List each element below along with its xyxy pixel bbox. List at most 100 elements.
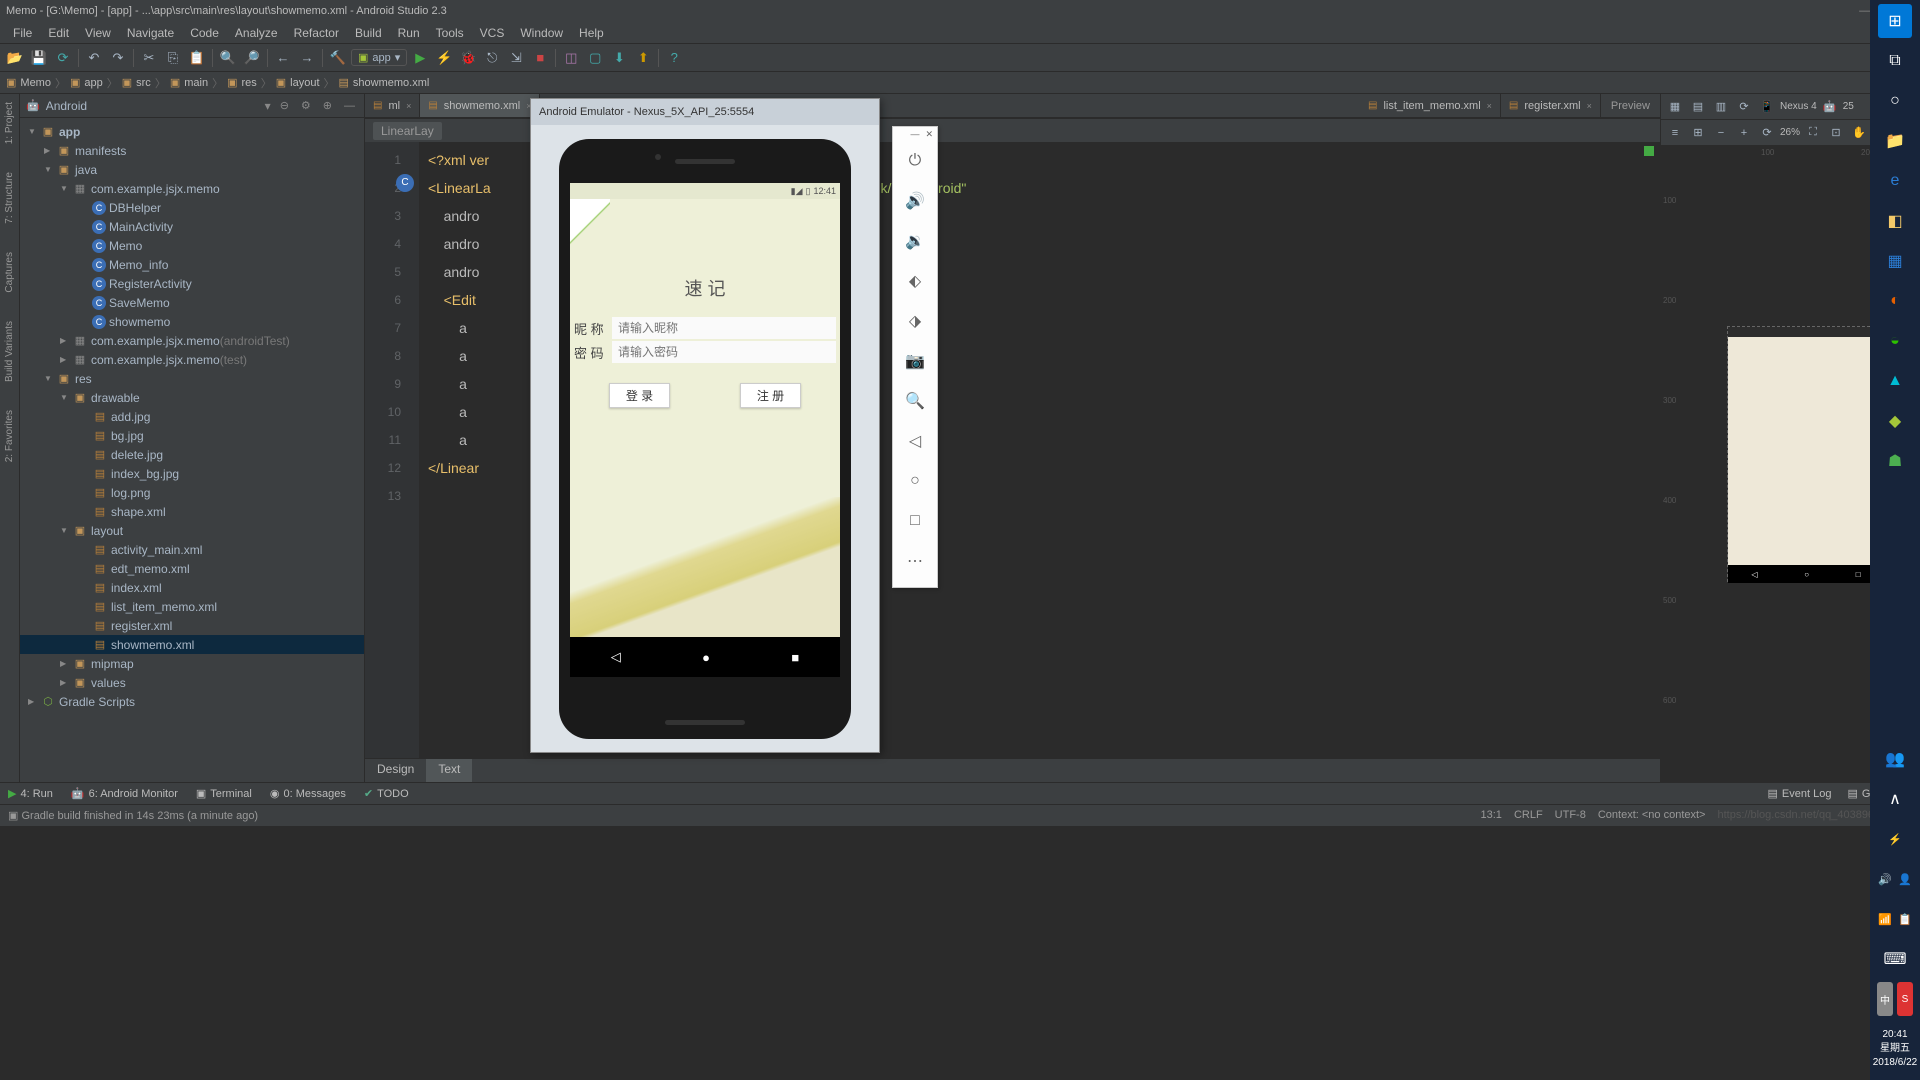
ime-lang[interactable]: 中 [1877,982,1893,1016]
tray-icon[interactable]: 📋 [1897,902,1913,936]
debug-icon[interactable]: 🐞 [457,47,479,69]
zoom-level[interactable]: 26% [1780,127,1800,138]
cut-icon[interactable]: ✂ [138,47,160,69]
more-icon[interactable]: ⋯ [893,541,937,581]
tray-icon[interactable]: 🔊 [1877,862,1893,896]
forward-icon[interactable]: → [296,47,318,69]
tree-drawable[interactable]: ▼▣drawable [20,388,364,407]
save-icon[interactable]: 💾 [28,47,50,69]
context[interactable]: Context: <no context> [1598,809,1706,822]
minimize-icon[interactable]: — [910,129,919,139]
help-icon[interactable]: ? [663,47,685,69]
tree-class[interactable]: CMemo [20,236,364,255]
task-view-icon[interactable]: ⧉ [1878,44,1912,78]
android-studio-icon[interactable]: ◆ [1878,404,1912,438]
wechat-icon[interactable]: ◒ [1878,324,1912,358]
menu-code[interactable]: Code [183,24,226,42]
tab-todo[interactable]: ✔TODO [364,787,409,800]
device-icon[interactable]: 📱 [1757,97,1777,117]
tree-java[interactable]: ▼▣java [20,160,364,179]
both-view-icon[interactable]: ▥ [1711,97,1731,117]
tab-design[interactable]: Design [365,759,426,782]
collapse-icon[interactable]: ⊖ [277,99,292,112]
tree-file[interactable]: ▤bg.jpg [20,426,364,445]
device-select[interactable]: Nexus 4 [1780,101,1817,112]
profile-icon[interactable]: ⎋ [481,47,503,69]
close-icon[interactable]: ✕ [925,129,933,139]
home-icon[interactable]: ○ [893,461,937,501]
copy-icon[interactable]: ⎘ [162,47,184,69]
crumb-file[interactable]: showmemo.xml [353,77,429,89]
tree-file[interactable]: ▤activity_main.xml [20,540,364,559]
tab-android-monitor[interactable]: 🤖6: Android Monitor [71,787,178,800]
redo-icon[interactable]: ↷ [107,47,129,69]
run-icon[interactable]: ▶ [409,47,431,69]
tab-messages[interactable]: ◉0: Messages [270,787,346,800]
back-icon[interactable]: ← [272,47,294,69]
apply-changes-icon[interactable]: ⚡ [433,47,455,69]
ime-icon[interactable]: S [1897,982,1913,1016]
firefox-icon[interactable]: ◐ [1878,284,1912,318]
menu-help[interactable]: Help [572,24,611,42]
cortana-icon[interactable]: ○ [1878,84,1912,118]
menu-edit[interactable]: Edit [41,24,76,42]
android-icon[interactable]: 🤖 [1820,97,1840,117]
crumb-res[interactable]: res [241,77,256,89]
tree-values[interactable]: ▶▣values [20,673,364,692]
zoom-fit-icon[interactable]: ⟳ [1757,123,1777,143]
line-sep[interactable]: CRLF [1514,809,1543,822]
zoom-out-icon[interactable]: − [1711,123,1731,143]
design-view-icon[interactable]: ▦ [1665,97,1685,117]
editor-tab[interactable]: ▤ml× [365,94,420,117]
back-icon[interactable]: ◁ [893,421,937,461]
tree-class[interactable]: CDBHelper [20,198,364,217]
menu-tools[interactable]: Tools [429,24,471,42]
attach-icon[interactable]: ⇲ [505,47,527,69]
home-icon[interactable]: ● [702,650,710,665]
nickname-input[interactable] [612,317,836,339]
tree-file[interactable]: ▤index.xml [20,578,364,597]
tree-res[interactable]: ▼▣res [20,369,364,388]
undo-icon[interactable]: ↶ [83,47,105,69]
breadcrumb-element[interactable]: LinearLay [373,122,442,140]
crumb-src[interactable]: src [136,77,151,89]
class-gutter-icon[interactable]: C [396,174,414,192]
menu-vcs[interactable]: VCS [473,24,512,42]
api-select[interactable]: 25 [1843,101,1854,112]
app-icon[interactable]: ☗ [1878,444,1912,478]
tree-pkg[interactable]: ▼▦com.example.jsjx.memo [20,179,364,198]
menu-navigate[interactable]: Navigate [120,24,181,42]
hand-icon[interactable]: ✋ [1849,123,1869,143]
close-tab-icon[interactable]: × [406,101,411,111]
tab-run[interactable]: ▶4: Run [8,787,53,800]
tree-pkg-at[interactable]: ▶▦com.example.jsjx.memo (androidTest) [20,331,364,350]
tree-class[interactable]: CRegisterActivity [20,274,364,293]
password-input[interactable] [612,341,836,363]
run-config-select[interactable]: ▣ app ▾ [351,49,407,66]
viewport-icon[interactable]: ≡ [1665,123,1685,143]
tree-app[interactable]: ▼▣app [20,122,364,141]
stop-icon[interactable]: ■ [529,47,551,69]
screenshot-icon[interactable]: 📷 [893,341,937,381]
fullscreen-icon[interactable]: ⛶ [1803,123,1823,143]
tree-file[interactable]: ▤list_item_memo.xml [20,597,364,616]
assistant-icon[interactable]: ⬆ [632,47,654,69]
minimize-icon[interactable]: — [1859,5,1870,18]
crumb-app[interactable]: app [84,77,102,89]
crumb-main[interactable]: main [184,77,208,89]
replace-icon[interactable]: 🔎 [241,47,263,69]
start-icon[interactable]: ⊞ [1878,4,1912,38]
sync-icon[interactable]: ⟳ [52,47,74,69]
tree-class[interactable]: Cshowmemo [20,312,364,331]
tree-mipmap[interactable]: ▶▣mipmap [20,654,364,673]
encoding[interactable]: UTF-8 [1555,809,1586,822]
hide-icon[interactable]: — [341,100,358,112]
crumb-layout[interactable]: layout [290,77,319,89]
tab-project[interactable]: 1: Project [4,102,15,144]
app-icon[interactable]: ▦ [1878,244,1912,278]
pan-icon[interactable]: ⊞ [1688,123,1708,143]
tree-manifests[interactable]: ▶▣manifests [20,141,364,160]
clock[interactable]: 20:41 星期五 2018/6/22 [1873,1022,1918,1076]
wifi-icon[interactable]: 📶 [1877,902,1893,936]
zoom-icon[interactable]: 🔍 [893,381,937,421]
